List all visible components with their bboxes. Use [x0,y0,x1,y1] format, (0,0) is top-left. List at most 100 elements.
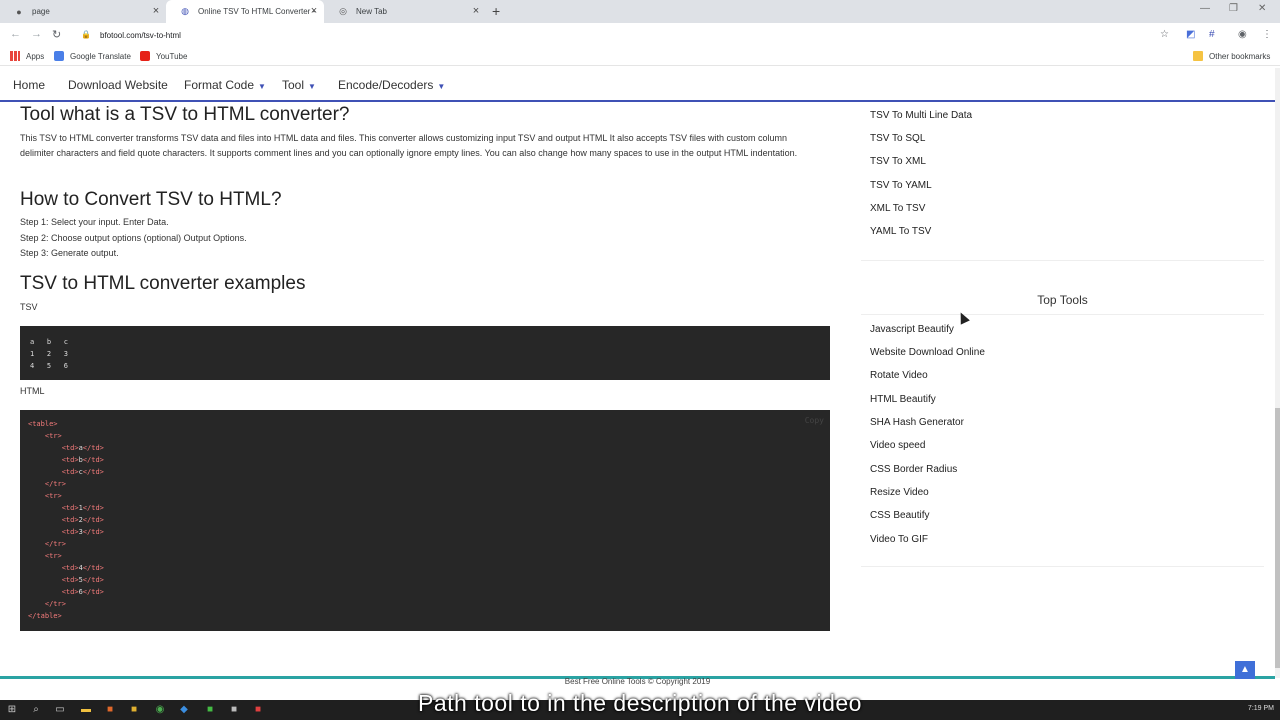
tsv-line: a b c [30,338,68,346]
star-icon[interactable]: ☆ [1160,29,1169,40]
bookmarks-bar: Apps Google Translate YouTube Other book… [0,47,1280,66]
lock-icon: 🔒 [81,30,91,39]
step-2: Step 2: Choose output options (optional)… [20,233,247,243]
sidebar-link[interactable]: TSV To SQL [870,133,925,144]
tsv-code-block[interactable]: a b c 1 2 3 4 5 6 [20,326,830,380]
reload-icon[interactable]: ↻ [52,28,61,41]
nav-format-code[interactable]: Format Code ▼ [184,78,266,92]
url-text: bfotool.com/tsv-to-html [100,30,181,40]
bookmark-apps[interactable]: Apps [10,51,44,61]
close-window-icon[interactable]: ✕ [1258,3,1266,14]
top-tool-link[interactable]: Video speed [870,440,925,451]
apps-grid-icon [10,51,20,61]
tab-page[interactable]: ● page × [0,0,166,23]
bookmark-youtube[interactable]: YouTube [140,51,187,61]
youtube-icon [140,51,150,61]
site-favicon-icon: ◍ [181,6,189,16]
bookmark-label: Google Translate [70,51,131,61]
nav-label: Encode/Decoders [338,78,434,92]
minimize-icon[interactable]: — [1200,3,1210,14]
forward-icon[interactable]: → [31,28,42,40]
html-code-line: <td>1</td> [61,504,104,512]
tsv-line: 4 5 6 [30,362,68,370]
html-code-line: <td>c</td> [61,468,104,476]
caret-down-icon: ▼ [437,82,446,91]
top-tool-link[interactable]: Website Download Online [870,347,985,358]
html-label: HTML [20,386,45,396]
video-caption: Path tool to in the description of the v… [418,690,862,716]
top-tool-link[interactable]: Javascript Beautify [870,324,954,335]
translate-extension-icon[interactable]: ◩ [1186,29,1195,40]
site-nav: Home Download Website Format Code ▼ Tool ▼… [0,68,1275,102]
new-tab-button[interactable]: + [492,3,500,19]
html-code-line: <td>2</td> [61,516,104,524]
html-code-line: <td>4</td> [61,564,104,572]
html-code-line: <td>a</td> [61,444,104,452]
html-code-line: <tr> [44,552,62,560]
browser-tab-bar: ● page × ◍ Online TSV To HTML Converter … [0,0,1280,23]
top-tool-link[interactable]: CSS Border Radius [870,464,957,475]
divider [861,314,1264,315]
menu-kebab-icon[interactable]: ⋮ [1262,29,1272,40]
tsv-line: 1 2 3 [30,350,68,358]
sidebar-link[interactable]: TSV To XML [870,156,926,167]
nav-label: Tool [282,78,305,92]
html-code-line: </table> [28,612,62,620]
bookmark-label: YouTube [156,51,188,61]
nav-download-website[interactable]: Download Website [68,78,168,92]
top-tool-link[interactable]: Resize Video [870,487,929,498]
html-code-block[interactable]: Copy <table> <tr> <td>a</td> <td>b</td> … [20,410,830,631]
grid-extension-icon[interactable]: # [1209,29,1215,40]
top-tool-link[interactable]: Rotate Video [870,370,928,381]
copy-button[interactable]: Copy [805,416,824,425]
html-code-line: <td>5</td> [61,576,104,584]
nav-encode-decoders[interactable]: Encode/Decoders ▼ [338,78,445,92]
tab-title: New Tab [356,7,387,16]
what-description: This TSV to HTML converter transforms TS… [20,133,798,158]
top-tool-link[interactable]: CSS Beautify [870,510,929,521]
sidebar-link[interactable]: TSV To Multi Line Data [870,110,972,121]
step-3: Step 3: Generate output. [20,248,119,258]
html-code-line: </tr> [44,480,66,488]
html-code-line: <tr> [44,492,62,500]
tab-tsv-converter[interactable]: ◍ Online TSV To HTML Converter - × [166,0,324,23]
github-icon: ● [16,6,22,17]
caret-down-icon: ▼ [308,82,316,91]
close-icon[interactable]: × [470,5,482,17]
nav-tool[interactable]: Tool ▼ [282,78,316,92]
close-icon[interactable]: × [150,5,162,17]
profile-avatar-icon[interactable]: ◉ [1238,29,1247,40]
back-icon[interactable]: ← [10,28,21,40]
sidebar-link[interactable]: TSV To YAML [870,180,932,191]
section-title-examples: TSV to HTML converter examples [20,273,306,294]
section-title-how: How to Convert TSV to HTML? [20,189,282,210]
top-tool-link[interactable]: Video To GIF [870,534,928,545]
scrollbar-thumb[interactable] [1275,408,1280,668]
tab-title: Online TSV To HTML Converter - [198,7,316,16]
bookmark-google-translate[interactable]: Google Translate [54,51,131,61]
globe-icon: ◎ [339,6,347,16]
arrow-up-icon: ▲ [1240,664,1250,675]
top-tool-link[interactable]: SHA Hash Generator [870,417,964,428]
tab-new-tab[interactable]: ◎ New Tab × [324,0,486,23]
nav-home[interactable]: Home [13,78,45,92]
sidebar-link[interactable]: XML To TSV [870,203,925,214]
url-field[interactable]: 🔒 bfotool.com/tsv-to-html [73,26,1185,44]
nav-label: Format Code [184,78,255,92]
folder-icon [1193,51,1203,61]
page-scrollbar[interactable] [1275,68,1280,678]
bookmark-other[interactable]: Other bookmarks [1193,51,1270,61]
html-code-lines: <table> <tr> <td>a</td> <td>b</td> <td>c… [28,418,822,622]
scroll-to-top-button[interactable]: ▲ [1235,661,1255,679]
top-tool-link[interactable]: HTML Beautify [870,394,936,405]
restore-icon[interactable]: ❐ [1229,3,1238,14]
footer-copyright: Best Free Online Tools © Copyright 2019 [564,677,711,686]
html-code-line: <td>3</td> [61,528,104,536]
close-icon[interactable]: × [308,5,320,17]
bookmark-label: Apps [26,51,45,61]
step-1: Step 1: Select your input. Enter Data. [20,217,169,227]
bookmark-label: Other bookmarks [1209,51,1271,61]
sidebar-link[interactable]: YAML To TSV [870,226,931,237]
html-code-line: </tr> [44,540,66,548]
top-tools-title: Top Tools [1037,293,1088,307]
